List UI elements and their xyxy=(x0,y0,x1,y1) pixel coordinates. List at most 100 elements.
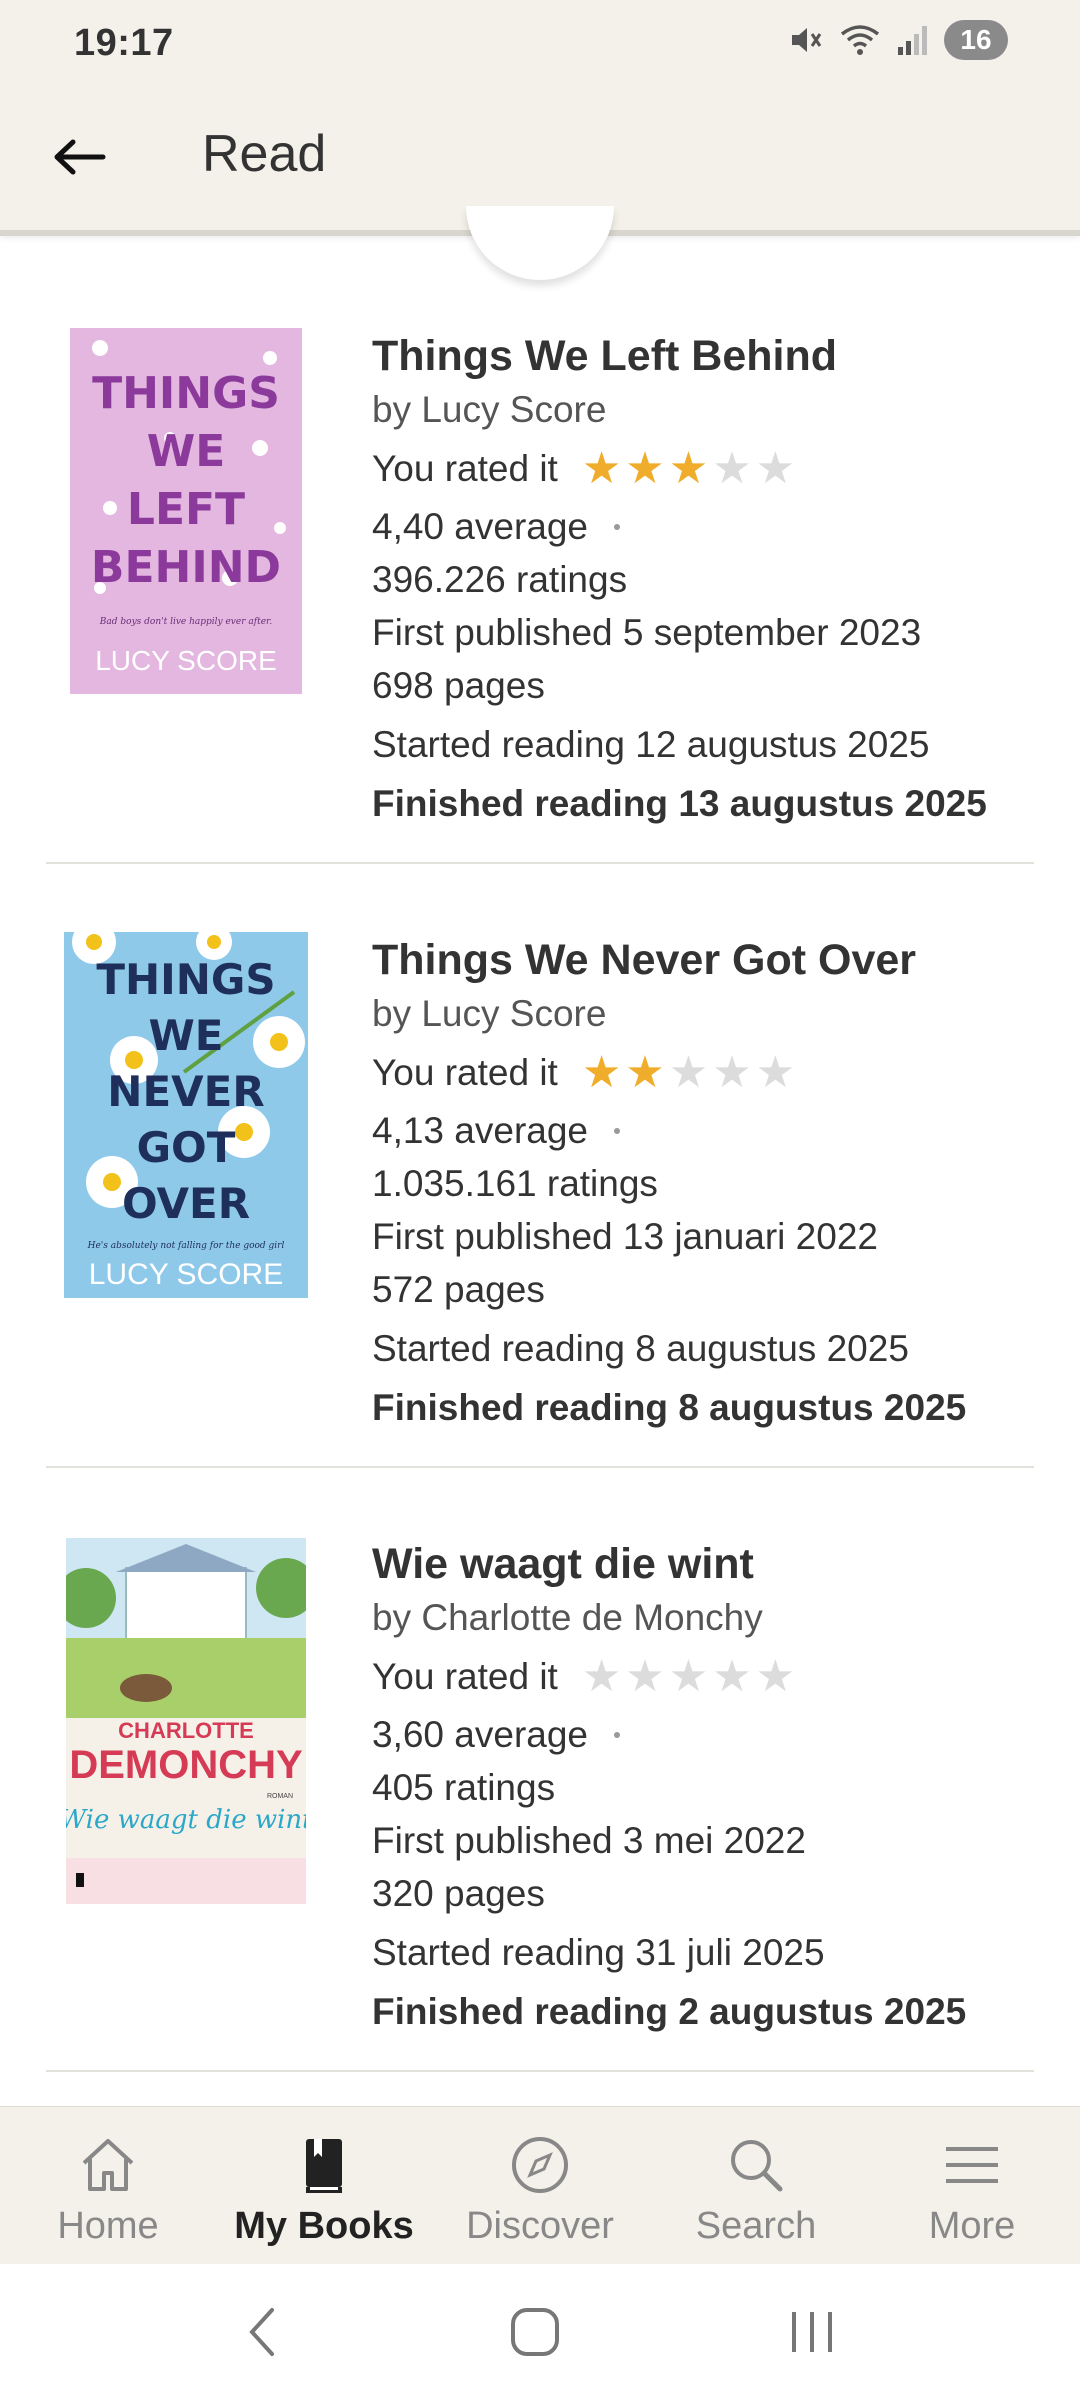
wifi-icon xyxy=(840,25,880,55)
star-rating[interactable]: ★ ★ ★ ★ ★ xyxy=(582,1051,795,1095)
nav-my-books[interactable]: My Books xyxy=(216,2107,432,2264)
svg-text:CHARLOTTE: CHARLOTTE xyxy=(118,1718,254,1743)
nav-label: My Books xyxy=(234,2205,414,2247)
page-count: 698 pages xyxy=(372,665,545,706)
rating-label: You rated it xyxy=(372,1656,558,1697)
finished-reading: Finished reading 8 augustus 2025 xyxy=(372,1387,967,1428)
signal-icon xyxy=(898,26,927,55)
book-author[interactable]: by Lucy Score xyxy=(372,386,1052,434)
arrow-left-icon xyxy=(54,139,106,175)
nav-label: More xyxy=(928,2205,1016,2247)
star-icon[interactable]: ★ xyxy=(756,447,795,491)
status-icons: 16 xyxy=(788,20,1008,60)
average-rating: 3,60 average xyxy=(372,1714,589,1755)
finished-reading: Finished reading 13 augustus 2025 xyxy=(372,783,987,824)
svg-text:Wie waagt die wint: Wie waagt die wint xyxy=(66,1805,306,1835)
nav-label: Discover xyxy=(466,2205,614,2247)
svg-text:He's absolutely not falling fo: He's absolutely not falling for the good… xyxy=(87,1241,285,1251)
nav-discover[interactable]: Discover xyxy=(432,2107,648,2264)
svg-text:ROMAN: ROMAN xyxy=(267,1793,293,1800)
bottom-navigation: Home My Books Discover Search More xyxy=(0,2106,1080,2264)
user-rating: You rated it ★ ★ ★ ★ ★ xyxy=(372,444,1052,494)
star-rating[interactable]: ★ ★ ★ ★ ★ xyxy=(582,1655,795,1699)
page-count: 572 pages xyxy=(372,1269,545,1310)
finished-reading: Finished reading 2 augustus 2025 xyxy=(372,1991,967,2032)
book-author[interactable]: by Lucy Score xyxy=(372,990,1052,1038)
book-info: Things We Never Got Over by Lucy Score Y… xyxy=(372,934,1052,1434)
page-title: Read xyxy=(202,125,327,183)
system-navigation xyxy=(0,2264,1080,2400)
list-item[interactable]: THINGS WE NEVER GOT OVER He's absolutely… xyxy=(0,854,1080,1458)
star-icon[interactable]: ★ xyxy=(669,447,708,491)
system-recents-icon[interactable] xyxy=(782,2302,842,2362)
svg-text:LUCY SCORE: LUCY SCORE xyxy=(89,1258,284,1291)
svg-text:LUCY SCORE: LUCY SCORE xyxy=(95,645,277,676)
book-list: THINGS WE LEFT BEHIND Bad boys don't liv… xyxy=(0,250,1080,2100)
star-icon[interactable]: ★ xyxy=(582,1051,621,1095)
battery-icon: 16 xyxy=(944,20,1008,60)
svg-text:Bad boys don't live happily ev: Bad boys don't live happily ever after. xyxy=(99,617,273,627)
separator-dot xyxy=(614,1127,621,1134)
ratings-count: 396.226 ratings xyxy=(372,559,628,600)
star-icon[interactable]: ★ xyxy=(712,447,751,491)
book-title[interactable]: Wie waagt die wint xyxy=(372,1538,1052,1590)
star-icon[interactable]: ★ xyxy=(669,1655,708,1699)
star-icon[interactable]: ★ xyxy=(625,447,664,491)
book-cover[interactable]: THINGS WE NEVER GOT OVER He's absolutely… xyxy=(64,932,308,1298)
star-icon[interactable]: ★ xyxy=(756,1051,795,1095)
svg-text:WE: WE xyxy=(148,1011,223,1060)
svg-text:GOT: GOT xyxy=(137,1123,236,1172)
first-published: First published 13 januari 2022 xyxy=(372,1216,878,1257)
compass-icon xyxy=(512,2137,568,2193)
book-info: Things We Left Behind by Lucy Score You … xyxy=(372,330,1052,830)
svg-text:BEHIND: BEHIND xyxy=(91,542,281,593)
book-title[interactable]: Things We Never Got Over xyxy=(372,934,1052,986)
nav-search[interactable]: Search xyxy=(648,2107,864,2264)
user-rating: You rated it ★ ★ ★ ★ ★ xyxy=(372,1048,1052,1098)
book-info: Wie waagt die wint by Charlotte de Monch… xyxy=(372,1538,1052,2038)
rating-label: You rated it xyxy=(372,448,558,489)
rating-label: You rated it xyxy=(372,1052,558,1093)
book-cover[interactable]: CHARLOTTE DEMONCHY Wie waagt die wint RO… xyxy=(66,1538,306,1904)
back-button[interactable] xyxy=(44,122,114,192)
first-published: First published 5 september 2023 xyxy=(372,612,922,653)
star-icon[interactable]: ★ xyxy=(669,1051,708,1095)
svg-text:THINGS: THINGS xyxy=(96,955,275,1004)
book-icon xyxy=(306,2139,342,2193)
started-reading: Started reading 31 juli 2025 xyxy=(372,1932,825,1973)
menu-icon xyxy=(946,2147,998,2183)
system-back-icon[interactable] xyxy=(238,2302,288,2362)
search-icon xyxy=(731,2140,783,2192)
first-published: First published 3 mei 2022 xyxy=(372,1820,806,1861)
list-item[interactable]: CHARLOTTE DEMONCHY Wie waagt die wint RO… xyxy=(0,1458,1080,2062)
list-item[interactable]: THINGS WE LEFT BEHIND Bad boys don't liv… xyxy=(0,250,1080,854)
system-home-icon[interactable] xyxy=(505,2302,565,2362)
star-icon[interactable]: ★ xyxy=(625,1051,664,1095)
page-count: 320 pages xyxy=(372,1873,545,1914)
star-icon[interactable]: ★ xyxy=(582,1655,621,1699)
home-icon xyxy=(82,2139,134,2191)
star-icon[interactable]: ★ xyxy=(582,447,621,491)
book-cover[interactable]: THINGS WE LEFT BEHIND Bad boys don't liv… xyxy=(70,328,302,694)
svg-text:NEVER: NEVER xyxy=(107,1067,264,1116)
star-icon[interactable]: ★ xyxy=(712,1051,751,1095)
status-time: 19:17 xyxy=(74,22,174,64)
nav-label: Search xyxy=(695,2205,817,2247)
started-reading: Started reading 12 augustus 2025 xyxy=(372,724,930,765)
nav-home[interactable]: Home xyxy=(0,2107,216,2264)
average-rating: 4,13 average xyxy=(372,1110,589,1151)
star-icon[interactable]: ★ xyxy=(625,1655,664,1699)
star-icon[interactable]: ★ xyxy=(712,1655,751,1699)
separator-dot xyxy=(614,523,621,530)
svg-text:LEFT: LEFT xyxy=(127,484,245,535)
nav-more[interactable]: More xyxy=(864,2107,1080,2264)
status-bar: 19:17 16 xyxy=(0,0,1080,86)
star-rating[interactable]: ★ ★ ★ ★ ★ xyxy=(582,447,795,491)
svg-text:DEMONCHY: DEMONCHY xyxy=(69,1743,303,1787)
book-author[interactable]: by Charlotte de Monchy xyxy=(372,1594,1052,1642)
user-rating: You rated it ★ ★ ★ ★ ★ xyxy=(372,1652,1052,1702)
average-rating: 4,40 average xyxy=(372,506,589,547)
svg-text:OVER: OVER xyxy=(122,1179,250,1228)
book-title[interactable]: Things We Left Behind xyxy=(372,330,1052,382)
star-icon[interactable]: ★ xyxy=(756,1655,795,1699)
